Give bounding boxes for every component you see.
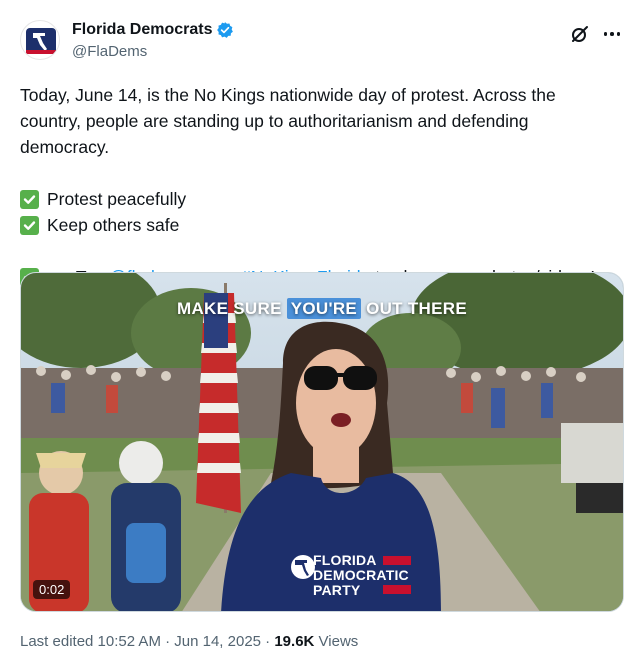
video-caption: MAKE SURE YOU'RE OUT THERE bbox=[21, 298, 623, 319]
list-item: Protest peacefully bbox=[20, 186, 620, 212]
shirt-logo-text: FLORIDA DEMOCRATIC PARTY bbox=[313, 553, 409, 598]
edited-timestamp[interactable]: Last edited 10:52 AM · Jun 14, 2025 · bbox=[20, 633, 274, 650]
check-mark-icon bbox=[20, 215, 39, 235]
caption-highlight: YOU'RE bbox=[286, 298, 362, 319]
handle[interactable]: @FlaDems bbox=[72, 42, 234, 62]
list-item-text: Protest peacefully bbox=[47, 189, 187, 209]
florida-democrats-logo-icon bbox=[26, 28, 56, 54]
tweet-meta: Last edited 10:52 AM · Jun 14, 2025 · 19… bbox=[20, 633, 358, 650]
avatar[interactable] bbox=[20, 20, 60, 60]
verified-badge-icon bbox=[217, 22, 234, 38]
shirt-line-1: FLORIDA bbox=[313, 552, 377, 568]
views-count: 19.6K bbox=[274, 633, 315, 650]
tweet-paragraph: Today, June 14, is the No Kings nationwi… bbox=[20, 85, 556, 157]
grok-icon[interactable] bbox=[570, 24, 590, 44]
caption-before: MAKE SURE bbox=[177, 299, 287, 318]
caption-after: OUT THERE bbox=[361, 299, 467, 318]
video-duration-badge: 0:02 bbox=[33, 580, 71, 599]
video-player[interactable]: MAKE SURE YOU'RE OUT THERE FLORIDA DEMOC… bbox=[20, 272, 624, 612]
check-mark-icon bbox=[20, 189, 39, 209]
views-label: Views bbox=[314, 633, 359, 650]
tweet-header: Florida Democrats @FlaDems bbox=[20, 16, 624, 72]
display-name[interactable]: Florida Democrats bbox=[72, 20, 234, 40]
list-item-text: Keep others safe bbox=[47, 215, 180, 235]
shirt-line-3: PARTY bbox=[313, 582, 361, 598]
display-name-text: Florida Democrats bbox=[72, 21, 213, 38]
shirt-line-2: DEMOCRATIC bbox=[313, 567, 409, 583]
more-options-icon[interactable] bbox=[600, 22, 624, 46]
list-item: Keep others safe bbox=[20, 212, 620, 238]
